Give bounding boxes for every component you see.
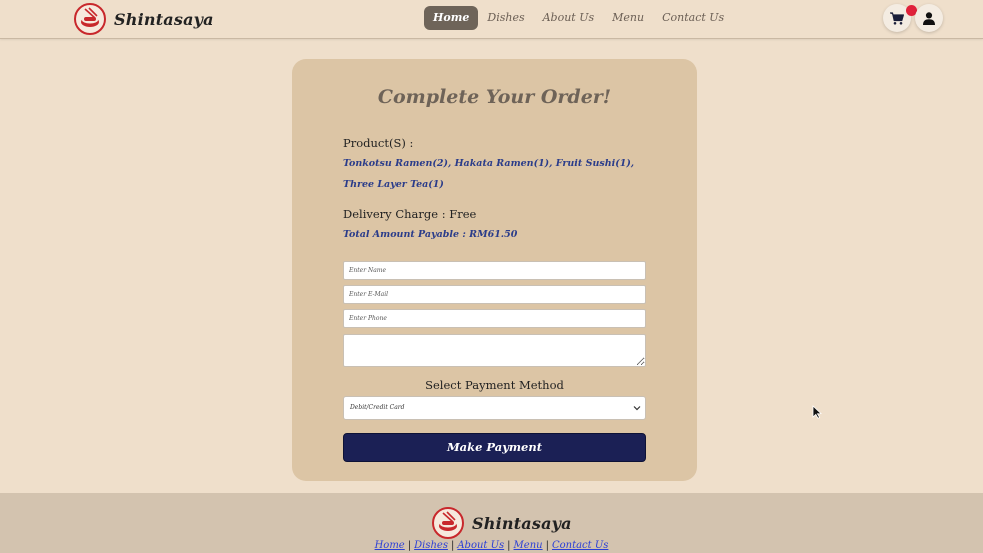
payment-method-heading: Select Payment Method bbox=[425, 378, 564, 392]
footer-separator: | bbox=[545, 540, 549, 551]
delivery-charge: Delivery Charge : Free bbox=[343, 207, 477, 221]
footer-brand-name: Shintasaya bbox=[472, 513, 572, 533]
order-card: Complete Your Order! Product(S) : Tonkot… bbox=[292, 59, 697, 481]
email-field[interactable] bbox=[343, 285, 646, 304]
nav-link-home[interactable]: Home bbox=[424, 6, 479, 30]
message-field[interactable] bbox=[343, 334, 646, 367]
logo-icon bbox=[74, 3, 106, 35]
footer-link-menu[interactable]: Menu bbox=[514, 540, 543, 551]
total-amount: Total Amount Payable : RM61.50 bbox=[343, 229, 518, 240]
user-icon bbox=[923, 11, 935, 25]
footer-logo-icon bbox=[432, 507, 464, 539]
footer: Shintasaya Home | Dishes | About Us | Menu | Con… bbox=[0, 493, 983, 553]
footer-link-home[interactable]: Home bbox=[375, 540, 405, 551]
navbar: Shintasaya Home Dishes About Us Menu Con… bbox=[0, 0, 983, 39]
footer-separator: | bbox=[507, 540, 511, 551]
make-payment-button[interactable]: Make Payment bbox=[343, 433, 646, 462]
products-list: Tonkotsu Ramen(2), Hakata Ramen(1), Frui… bbox=[343, 158, 635, 190]
footer-links: Home | Dishes | About Us | Menu | Contact Us bbox=[0, 540, 983, 551]
cart-icon bbox=[890, 11, 904, 25]
brand-name: Shintasaya bbox=[114, 9, 214, 29]
phone-field[interactable] bbox=[343, 309, 646, 328]
brand[interactable]: Shintasaya bbox=[74, 3, 214, 35]
chevron-down-icon bbox=[633, 406, 641, 411]
footer-link-about-us[interactable]: About Us bbox=[457, 540, 504, 551]
nav-link-about-us[interactable]: About Us bbox=[534, 6, 604, 30]
products-label: Product(S) : bbox=[343, 136, 414, 150]
footer-separator: | bbox=[450, 540, 455, 551]
footer-link-contact-us[interactable]: Contact Us bbox=[552, 540, 608, 551]
nav-link-contact-us[interactable]: Contact Us bbox=[653, 6, 733, 30]
nav-links: Home Dishes About Us Menu Contact Us bbox=[424, 6, 733, 30]
name-field[interactable] bbox=[343, 261, 646, 280]
nav-link-dishes[interactable]: Dishes bbox=[478, 6, 533, 30]
payment-method-select[interactable]: Debit/Credit Card bbox=[343, 396, 646, 420]
mouse-cursor-icon bbox=[812, 405, 822, 419]
payment-method-value: Debit/Credit Card bbox=[350, 404, 405, 411]
footer-link-dishes[interactable]: Dishes bbox=[414, 540, 448, 551]
footer-brand[interactable]: Shintasaya bbox=[432, 507, 572, 539]
footer-separator: | bbox=[407, 540, 412, 551]
nav-link-menu[interactable]: Menu bbox=[603, 6, 653, 30]
order-title: Complete Your Order! bbox=[377, 86, 612, 108]
user-button[interactable] bbox=[915, 4, 943, 32]
